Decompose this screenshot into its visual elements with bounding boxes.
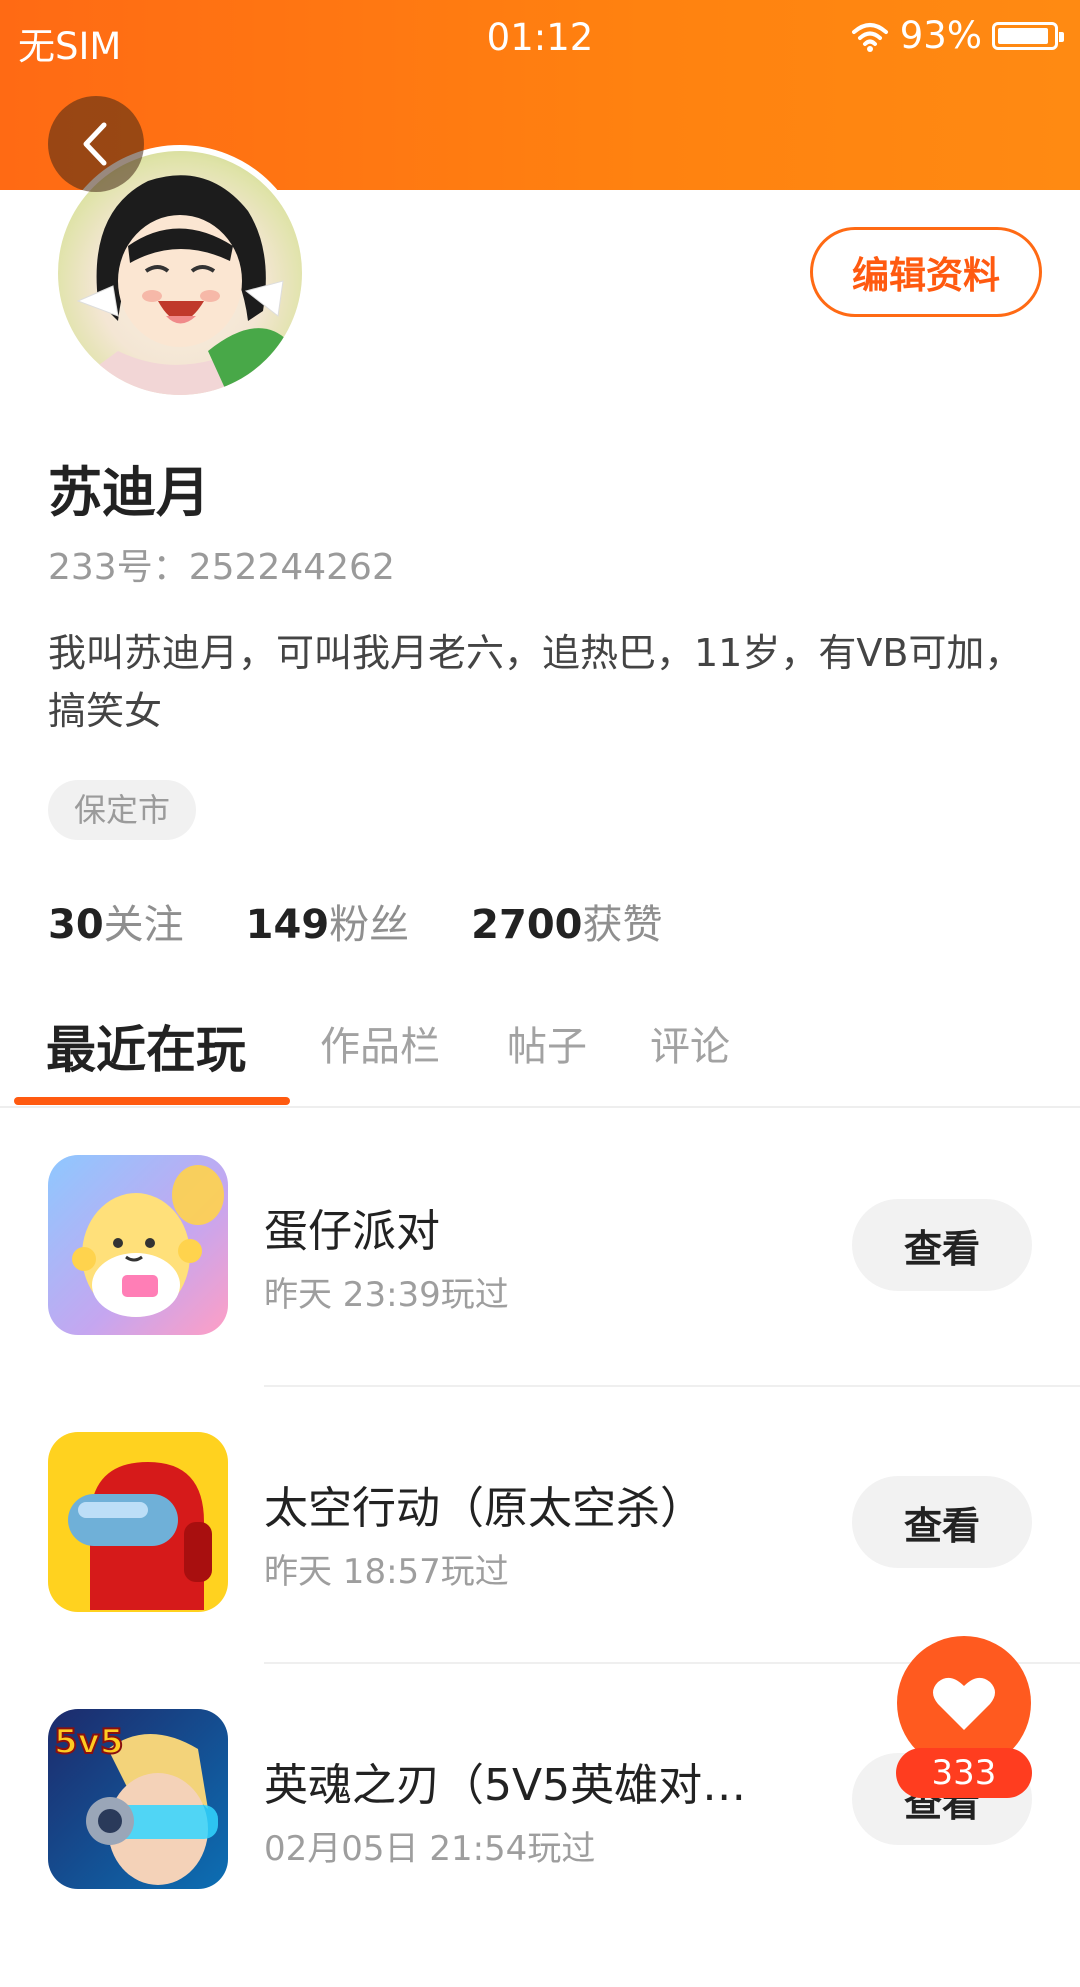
game-icon-badge: 5v5: [54, 1722, 123, 1762]
battery-level-fill: [998, 27, 1048, 44]
stat-label: 获赞: [582, 902, 663, 948]
game-title: 英魂之刃（5V5英雄对…: [264, 1760, 747, 1811]
game-last-played: 昨天 18:57玩过: [264, 1552, 509, 1592]
list-item[interactable]: 蛋仔派对 昨天 23:39玩过 查看: [0, 1155, 1080, 1433]
game-title: 蛋仔派对: [264, 1206, 440, 1257]
status-icons: 93%: [850, 14, 1064, 57]
tab-works[interactable]: 作品栏: [320, 1014, 440, 1072]
location-tag[interactable]: 保定市: [48, 780, 197, 840]
edit-profile-button[interactable]: 编辑资料: [810, 227, 1042, 317]
divider: [264, 1385, 1080, 1387]
game-icon-eggy-party: [48, 1155, 228, 1335]
active-tab-indicator: [14, 1097, 290, 1105]
chevron-left-icon: [83, 122, 107, 166]
game-icon-hero-blade: 5v5: [48, 1709, 228, 1889]
tab-posts[interactable]: 帖子: [507, 1014, 587, 1072]
stat-label: 关注: [103, 902, 184, 948]
game-icon-space-action: [48, 1432, 228, 1612]
stat-number: 2700: [471, 902, 583, 948]
back-button[interactable]: [48, 96, 144, 192]
profile-stats: 30关注 149粉丝 2700获赞: [48, 892, 725, 950]
stat-followers[interactable]: 149粉丝: [246, 892, 410, 950]
stat-number: 149: [245, 902, 330, 948]
stat-label: 粉丝: [329, 902, 410, 948]
heart-icon: [933, 1677, 995, 1730]
view-button[interactable]: 查看: [852, 1199, 1032, 1291]
status-bar: 无SIM 01:12 93%: [0, 0, 1080, 76]
like-count-badge: 333: [896, 1748, 1032, 1798]
stat-following[interactable]: 30关注: [48, 892, 184, 950]
username: 苏迪月: [48, 461, 210, 524]
game-title: 太空行动（原太空杀）: [264, 1483, 704, 1534]
user-id: 233号：252244262: [48, 547, 395, 588]
tab-comments[interactable]: 评论: [650, 1014, 730, 1072]
view-button[interactable]: 查看: [852, 1476, 1032, 1568]
game-last-played: 昨天 23:39玩过: [264, 1275, 509, 1315]
tab-recently-played[interactable]: 最近在玩: [46, 1010, 246, 1082]
game-last-played: 02月05日 21:54玩过: [264, 1829, 596, 1869]
stat-likes[interactable]: 2700获赞: [471, 892, 662, 950]
user-bio: 我叫苏迪月，可叫我月老六，追热巴，11岁，有VB可加，搞笑女: [48, 631, 1023, 733]
profile-tabs: 最近在玩 作品栏 帖子 评论: [0, 1000, 1080, 1108]
stat-number: 30: [48, 902, 104, 948]
battery-icon: [992, 21, 1064, 50]
battery-percent: 93%: [899, 14, 982, 57]
wifi-icon: [851, 22, 888, 52]
